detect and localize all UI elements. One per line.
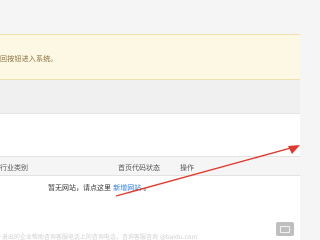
column-header-industry: 行业类别 (0, 164, 28, 172)
empty-state-suffix: 。 (143, 184, 151, 192)
empty-state-text: 暂无网站，请点这里 (48, 184, 111, 192)
column-header-action: 操作 (180, 164, 194, 172)
toolbar-band (0, 80, 300, 114)
table-header: 行业类别 首页代码状态 操作 (0, 156, 300, 176)
column-header-code-status: 首页代码状态 (118, 164, 160, 172)
watermark-inner (280, 225, 290, 233)
watermark-icon (276, 222, 294, 236)
empty-state-row: 暂无网站，请点这里 新增网站 。 (48, 183, 150, 193)
footer-text: ·退出的企业帮助咨询客服电话上的咨询电话，咨询客服咨询 @baidu.com (0, 234, 198, 240)
content-area (0, 114, 300, 240)
page: 回按钮进入系统。 行业类别 首页代码状态 操作 暂无网站，请点这里 新增网站 。… (0, 0, 300, 240)
add-site-link[interactable]: 新增网站 (113, 184, 141, 192)
notice-text: 回按钮进入系统。 (0, 55, 58, 63)
notice-banner: 回按钮进入系统。 (0, 34, 300, 80)
